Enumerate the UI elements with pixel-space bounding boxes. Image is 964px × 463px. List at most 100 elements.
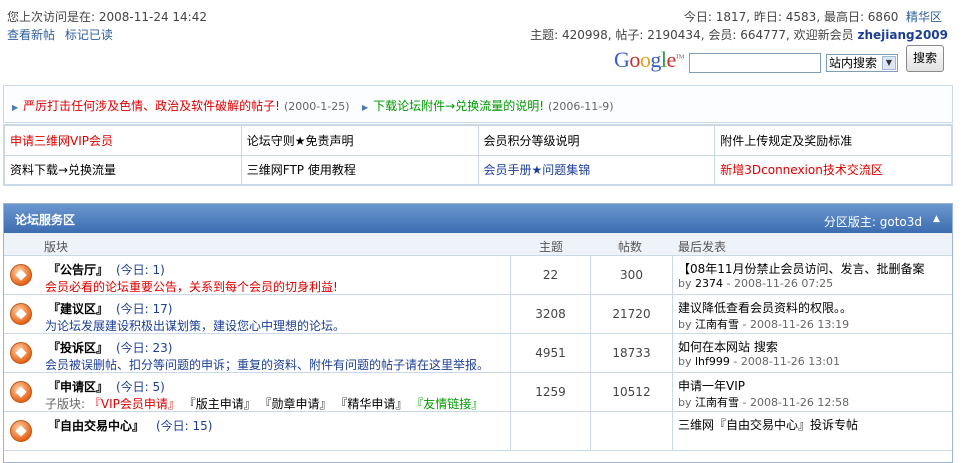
announcement-item[interactable]: ▶ 严厉打击任何涉及色情、政治及软件破解的帖子! (2000-1-25)	[12, 97, 349, 114]
subforum-link[interactable]: 『友情链接』	[411, 397, 483, 411]
forum-row: 『建议区』 (今日: 17) 为论坛发展建设积极出谋划策，建设您心中理想的论坛。…	[4, 295, 952, 334]
forum-row: 『自由交易中心』 (今日: 15) 三维网『自由交易中心』投诉专帖	[4, 412, 952, 451]
quick-link[interactable]: 资料下载→兑换流量	[4, 154, 242, 185]
last-post-title[interactable]: 建议降低查看会员资料的权限。。	[678, 299, 852, 316]
last-post-meta: by lhf999 - 2008-11-26 13:01	[678, 355, 840, 368]
top-links: 查看新帖 标记已读	[7, 26, 119, 43]
last-post-user[interactable]: lhf999	[695, 355, 730, 368]
topics-count: 4951	[535, 346, 566, 360]
announcement-text[interactable]: 严厉打击任何涉及色情、政治及软件破解的帖子!	[23, 99, 280, 113]
last-post-by: by	[678, 396, 692, 409]
forum-name[interactable]: 『投诉区』	[48, 339, 108, 356]
announcement-text[interactable]: 下载论坛附件→兑换流量的说明!	[373, 99, 544, 113]
last-post-time: - 2008-11-26 13:01	[733, 355, 840, 368]
last-visit-text: 您上次访问是在: 2008-11-24 14:42	[7, 10, 207, 24]
last-post-cell: 建议降低查看会员资料的权限。。 by 江南有雪 - 2008-11-26 13:…	[672, 295, 953, 334]
forum-name[interactable]: 『申请区』	[48, 378, 108, 395]
column-last-post: 最后发表	[678, 240, 727, 254]
last-post-by: by	[678, 355, 692, 368]
quick-link[interactable]: 会员积分等级说明	[477, 125, 716, 156]
last-post-user[interactable]: 2374	[695, 277, 723, 290]
search-button[interactable]: 搜索	[906, 45, 944, 72]
last-post-user[interactable]: 江南有雪	[695, 396, 739, 409]
last-post-time: - 2008-11-26 13:19	[742, 318, 850, 331]
view-new-posts-link[interactable]: 查看新帖	[7, 28, 55, 42]
forum-name[interactable]: 『自由交易中心』	[48, 417, 144, 434]
forum-name[interactable]: 『公告厅』	[48, 261, 108, 278]
forum-section-header: 论坛服务区 分区版主: goto3d ▲	[4, 204, 952, 233]
total-stats-text: 主题: 420998, 帖子: 2190434, 会员: 664777, 欢迎新…	[530, 28, 854, 42]
last-post-title[interactable]: 申请一年VIP	[678, 377, 745, 394]
quick-link[interactable]: 附件上传规定及奖励标准	[714, 125, 952, 156]
posts-count: 18733	[612, 346, 651, 360]
posts-count: 21720	[612, 307, 651, 321]
topics-count: 22	[542, 268, 559, 282]
subforum-link[interactable]: 『VIP会员申请』	[89, 397, 180, 411]
quick-links-table: 申请三维网VIP会员 论坛守则★免责声明 会员积分等级说明 附件上传规定及奖励标…	[3, 124, 953, 186]
subforum-link[interactable]: 『精华申请』	[335, 397, 407, 411]
forum-section: 论坛服务区 分区版主: goto3d ▲ 版块 主题 帖数 最后发表 『公告厅』…	[3, 203, 953, 463]
mark-read-link[interactable]: 标记已读	[65, 28, 113, 42]
google-logo: GoogleTM	[614, 47, 684, 72]
last-post-cell: 【08年11月份禁止会员访问、发言、批删备案 by 2374 - 2008-11…	[672, 256, 953, 295]
subforum-label: 子版块:	[45, 397, 86, 411]
forum-today-count: (今日: 1)	[116, 263, 165, 277]
quick-link[interactable]: 新增3Dconnexion技术交流区	[714, 154, 952, 185]
column-forum: 版块	[44, 240, 69, 254]
new-member-link[interactable]: zhejiang2009	[857, 28, 948, 42]
topics-cell: 4951	[510, 334, 590, 373]
last-post-title[interactable]: 如何在本网站 搜索	[678, 338, 778, 355]
section-moderator[interactable]: 分区版主: goto3d	[824, 213, 922, 230]
last-post-title[interactable]: 三维网『自由交易中心』投诉专帖	[678, 416, 858, 433]
quick-link[interactable]: 申请三维网VIP会员	[4, 125, 242, 156]
quick-link[interactable]: 三维网FTP 使用教程	[240, 154, 479, 185]
bullet-icon: ▶	[362, 103, 369, 112]
search-input[interactable]	[689, 53, 821, 73]
last-post-by: by	[678, 277, 692, 290]
last-post-title[interactable]: 【08年11月份禁止会员访问、发言、批删备案	[678, 260, 925, 277]
subforum-link[interactable]: 『勋章申请』	[260, 397, 332, 411]
forum-name[interactable]: 『建议区』	[48, 300, 108, 317]
posts-cell	[590, 412, 672, 451]
top-bar: 您上次访问是在: 2008-11-24 14:42 查看新帖 标记已读 今日: …	[0, 0, 964, 80]
subforum-list: 子版块: 『VIP会员申请』 『版主申请』 『勋章申请』 『精华申请』 『友情链…	[45, 395, 483, 412]
quick-link[interactable]: 会员手册★问题集锦	[477, 154, 716, 185]
forum-row: 『公告厅』 (今日: 1) 会员必看的论坛重要公告，关系到每个会员的切身利益! …	[4, 256, 952, 295]
forum-status-icon	[10, 420, 32, 442]
forum-description: 会员被误删帖、扣分等问题的申诉；重复的资料、附件有问题的帖子请在这里举报。	[45, 358, 490, 372]
last-post-cell: 申请一年VIP by 江南有雪 - 2008-11-26 12:58	[672, 373, 953, 412]
chevron-down-icon[interactable]: ▼	[882, 56, 896, 70]
collapse-icon[interactable]: ▲	[931, 214, 942, 225]
forum-status-icon	[10, 303, 32, 325]
column-posts: 帖数	[618, 240, 643, 254]
posts-count: 10512	[612, 385, 651, 399]
forum-description: 会员必看的论坛重要公告，关系到每个会员的切身利益!	[45, 280, 338, 294]
forum-row: 『申请区』 (今日: 5) 子版块: 『VIP会员申请』 『版主申请』 『勋章申…	[4, 373, 952, 412]
last-post-meta: by 江南有雪 - 2008-11-26 12:58	[678, 394, 849, 410]
last-post-cell: 三维网『自由交易中心』投诉专帖	[672, 412, 953, 451]
digest-link[interactable]: 精华区	[906, 10, 942, 24]
forum-today-count: (今日: 5)	[116, 380, 165, 394]
last-post-user[interactable]: 江南有雪	[695, 318, 739, 331]
search-scope-select[interactable]: 站内搜索 ▼	[826, 54, 898, 72]
posts-cell: 10512	[590, 373, 672, 412]
topics-count: 1259	[535, 385, 566, 399]
subforum-link[interactable]: 『版主申请』	[184, 397, 256, 411]
topics-cell: 3208	[510, 295, 590, 334]
column-header: 版块 主题 帖数 最后发表	[4, 233, 952, 256]
topics-cell	[510, 412, 590, 451]
topics-cell: 1259	[510, 373, 590, 412]
forum-status-icon	[10, 264, 32, 286]
search-scope-value: 站内搜索	[829, 56, 878, 70]
quick-link[interactable]: 论坛守则★免责声明	[240, 125, 479, 156]
forum-today-count: (今日: 17)	[116, 302, 173, 316]
forum-description: 为论坛发展建设积极出谋划策，建设您心中理想的论坛。	[45, 319, 346, 333]
announcement-item[interactable]: ▶ 下载论坛附件→兑换流量的说明! (2006-11-9)	[362, 97, 614, 114]
announcement-date: (2000-1-25)	[283, 100, 350, 113]
daily-stats-text: 今日: 1817, 昨日: 4583, 最高日: 6860	[683, 10, 899, 24]
announcement-bar: ▶ 严厉打击任何涉及色情、政治及软件破解的帖子! (2000-1-25) ▶ 下载论坛…	[3, 85, 953, 123]
total-stats: 主题: 420998, 帖子: 2190434, 会员: 664777, 欢迎新…	[530, 26, 948, 43]
forum-today-count: (今日: 15)	[156, 419, 213, 433]
forum-status-icon	[10, 381, 32, 403]
forum-row: 『投诉区』 (今日: 23) 会员被误删帖、扣分等问题的申诉；重复的资料、附件有…	[4, 334, 952, 373]
